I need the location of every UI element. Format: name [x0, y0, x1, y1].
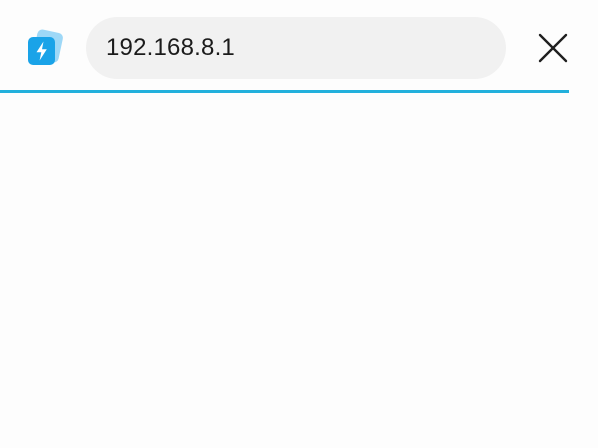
close-button[interactable] [534, 29, 572, 67]
browser-toolbar [0, 0, 598, 92]
lightning-bolt-icon[interactable] [24, 28, 64, 68]
close-icon [538, 33, 568, 63]
address-bar[interactable] [86, 17, 506, 79]
web-content-area[interactable] [0, 93, 598, 448]
url-input[interactable] [106, 28, 486, 68]
